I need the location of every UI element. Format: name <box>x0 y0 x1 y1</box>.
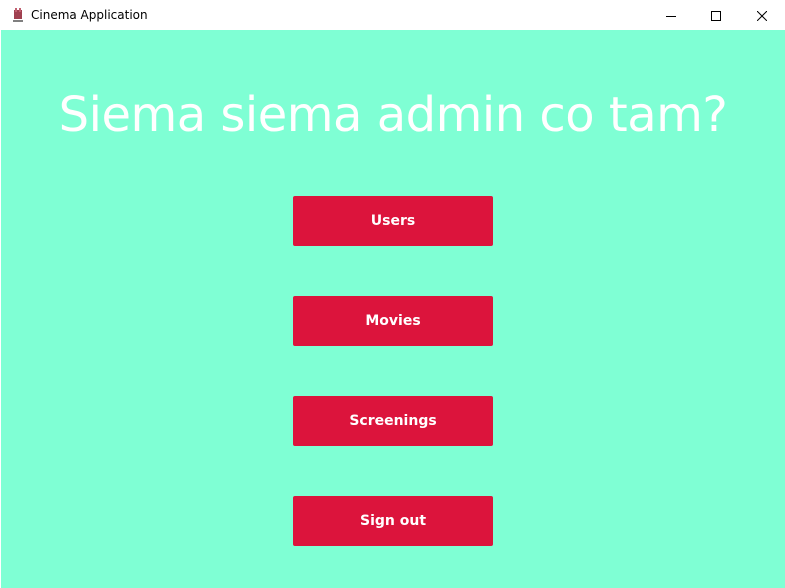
maximize-button[interactable] <box>693 0 739 30</box>
window-title: Cinema Application <box>31 8 148 22</box>
page-title: Siema siema admin co tam? <box>58 87 728 143</box>
maximize-icon <box>711 6 721 25</box>
screenings-button[interactable]: Screenings <box>293 396 493 446</box>
cinema-app-icon <box>11 7 25 23</box>
admin-panel: Siema siema admin co tam? Users Movies S… <box>1 30 785 588</box>
minimize-button[interactable] <box>648 0 694 30</box>
movies-button-label: Movies <box>365 313 421 329</box>
close-icon <box>756 6 768 25</box>
close-button[interactable] <box>739 0 785 30</box>
title-bar[interactable]: Cinema Application <box>0 0 785 30</box>
movies-button[interactable]: Movies <box>293 296 493 346</box>
users-button-label: Users <box>370 213 416 229</box>
sign-out-button[interactable]: Sign out <box>293 496 493 546</box>
sign-out-button-label: Sign out <box>359 513 427 529</box>
minimize-icon <box>666 6 676 25</box>
app-window: Cinema Application Siema siema admin co … <box>0 0 785 588</box>
screenings-button-label: Screenings <box>349 413 437 429</box>
users-button[interactable]: Users <box>293 196 493 246</box>
